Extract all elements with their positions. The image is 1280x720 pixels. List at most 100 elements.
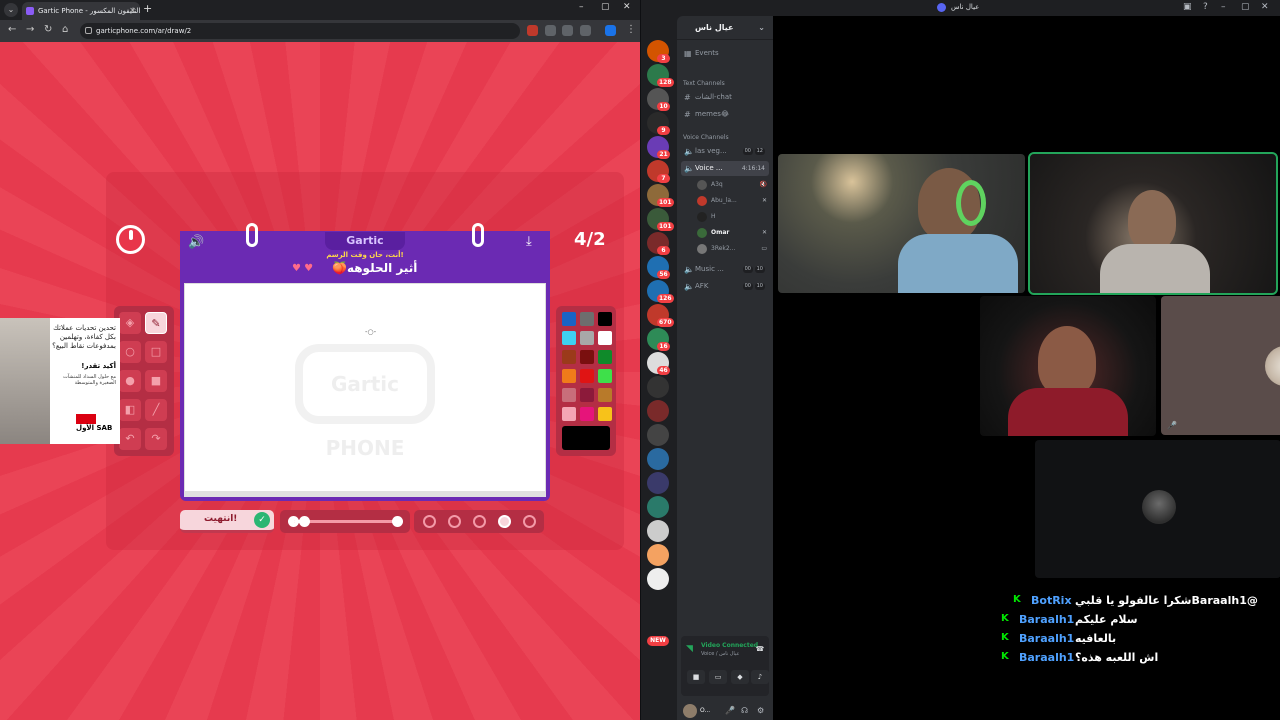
microphone-icon[interactable]: 🎤 [725,706,735,715]
server-icon[interactable] [647,520,669,542]
opacity-option[interactable] [498,515,511,528]
line-tool-icon[interactable]: ╱ [145,399,167,421]
drawing-canvas[interactable]: Gartic PHONE -○- [184,283,546,493]
minimize-button[interactable]: – [1221,2,1226,12]
download-icon[interactable]: ⤓ [526,234,532,249]
help-icon[interactable]: ? [1203,2,1208,12]
voice-user[interactable]: Omar ✕ [697,226,769,240]
maximize-button[interactable]: ▢ [1241,2,1250,12]
username[interactable]: O... [700,707,710,714]
opacity-option[interactable] [448,515,461,528]
extensions-puzzle-icon[interactable] [580,25,591,36]
video-tile[interactable] [778,154,1025,293]
maximize-button[interactable]: ▢ [601,2,610,12]
server-icon[interactable] [647,568,669,590]
sound-icon[interactable]: 🔊 [188,235,204,250]
forward-icon[interactable]: → [26,24,34,35]
activities-icon[interactable]: ◆ [731,670,749,684]
color-swatch[interactable] [580,312,594,326]
avatar-tile[interactable]: 🎤 [1161,296,1280,435]
eraser-tool-icon[interactable]: ◈ [119,312,141,334]
settings-gear-icon[interactable]: ⚙ [757,706,764,715]
server-icon[interactable] [647,496,669,518]
channel-item[interactable]: # memes😂 [681,107,769,122]
voice-channel[interactable]: 🔈 las veg... 00 12 [681,144,769,159]
advertisement[interactable]: تحدين تحديات عملاتك بكل كفاءة، وتهلمين ب… [0,318,120,444]
undo-tool-icon[interactable]: ↶ [119,428,141,450]
back-icon[interactable]: ← [8,24,16,35]
filled-rectangle-tool-icon[interactable]: ■ [145,370,167,392]
color-swatch[interactable] [562,350,576,364]
disconnect-icon[interactable]: ☎ [751,642,769,656]
color-swatch[interactable] [580,331,594,345]
events-item[interactable]: ▦ Events [681,46,769,61]
color-swatch[interactable] [562,388,576,402]
voice-channel[interactable]: 🔈 AFK 00 10 [681,279,769,294]
headphones-icon[interactable]: ☊ [741,706,748,715]
screen-share-icon[interactable]: ▭ [709,670,727,684]
color-swatch[interactable] [598,350,612,364]
color-swatch[interactable] [562,331,576,345]
color-swatch[interactable] [562,312,576,326]
voice-status[interactable]: Video Connected [701,642,758,649]
color-swatch[interactable] [562,369,576,383]
text-category[interactable]: Text Channels [683,80,725,87]
home-icon[interactable]: ⌂ [62,24,68,35]
brush-size-slider[interactable] [280,510,410,533]
avatar[interactable] [683,704,697,718]
fill-bucket-tool-icon[interactable]: ◧ [119,399,141,421]
ellipse-tool-icon[interactable]: ○ [119,341,141,363]
color-swatch[interactable] [562,407,576,421]
server-header[interactable]: عيال ناس ⌄ [677,16,773,40]
reload-icon[interactable]: ↻ [44,24,52,35]
voice-user[interactable]: 3Rek2... ▭ [697,242,769,256]
video-tile[interactable] [980,296,1156,436]
color-swatch[interactable] [580,407,594,421]
voice-channel-active[interactable]: 🔈 Voice ... 4:16:14 [681,161,769,176]
site-info-icon[interactable] [85,27,92,34]
voice-user[interactable]: Abu_la... ✕ [697,194,769,208]
color-swatch[interactable] [580,369,594,383]
server-icon[interactable] [647,448,669,470]
pencil-tool-icon[interactable]: ✎ [145,312,167,334]
menu-icon[interactable]: ⋮ [626,24,636,35]
server-icon[interactable] [647,544,669,566]
profile-icon[interactable] [605,25,616,36]
color-swatch[interactable] [580,350,594,364]
inbox-icon[interactable]: ▣ [1183,2,1192,12]
browser-tab[interactable]: Gartic Phone - لعبة التليفون المكسور ✕ [22,2,140,20]
address-bar[interactable]: garticphone.com/ar/draw/2 [80,23,520,39]
filled-ellipse-tool-icon[interactable]: ● [119,370,141,392]
done-button[interactable]: انتهيت! ✓ [180,510,274,533]
soundboard-icon[interactable]: ♪ [751,670,769,684]
voice-channel-path[interactable]: Voice / عيال ناس [701,651,739,657]
opacity-option[interactable] [523,515,536,528]
color-swatch[interactable] [598,388,612,402]
voice-user[interactable]: A3q 🔇 [697,178,769,192]
close-window-button[interactable]: ✕ [623,2,631,12]
color-swatch[interactable] [598,312,612,326]
avatar-tile[interactable] [1035,440,1280,578]
server-icon[interactable] [647,400,669,422]
canvas-scrollbar[interactable] [184,491,546,497]
minimize-button[interactable]: – [579,2,584,12]
slider-knob[interactable] [299,516,311,527]
color-swatch[interactable] [580,388,594,402]
rectangle-tool-icon[interactable]: □ [145,341,167,363]
video-tile-speaking[interactable] [1028,152,1278,295]
opacity-option[interactable] [473,515,486,528]
channel-item[interactable]: # الشات-chat [681,90,769,105]
color-swatch[interactable] [598,331,612,345]
color-swatch[interactable] [598,369,612,383]
voice-channel[interactable]: 🔈 Music ... 00 10 [681,262,769,277]
redo-tool-icon[interactable]: ↷ [145,428,167,450]
tab-search-button[interactable]: ⌄ [4,3,18,17]
opacity-option[interactable] [423,515,436,528]
server-icon[interactable] [647,472,669,494]
voice-category[interactable]: Voice Channels [683,134,729,141]
new-tab-button[interactable]: + [143,3,152,15]
color-swatch[interactable] [598,407,612,421]
close-window-button[interactable]: ✕ [1261,2,1269,12]
extension-icon[interactable] [545,25,556,36]
server-icon[interactable] [647,376,669,398]
